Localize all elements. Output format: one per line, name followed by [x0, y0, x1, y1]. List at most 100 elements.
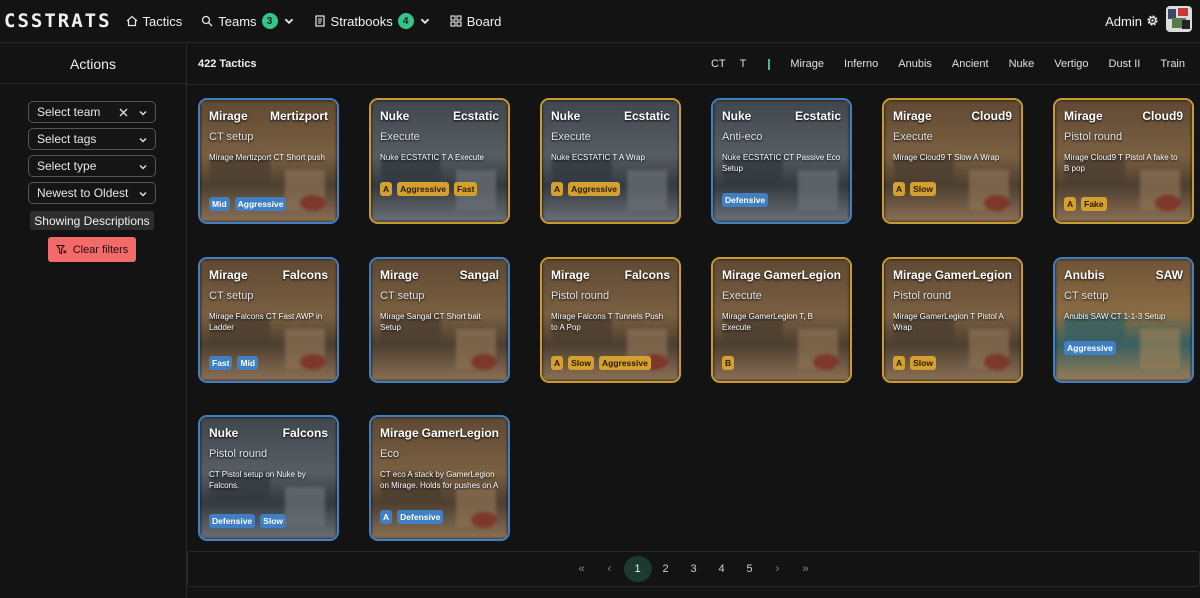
card-team: GamerLegion [934, 268, 1012, 282]
side-filter-t[interactable]: T [740, 58, 747, 70]
tactic-card[interactable]: Mirage Falcons CT setup Mirage Falcons C… [198, 257, 339, 383]
tag-badge[interactable]: A [551, 182, 564, 196]
tag-badge[interactable]: Slow [568, 356, 594, 370]
page-button-1[interactable]: 1 [623, 556, 652, 582]
close-icon[interactable] [119, 108, 128, 117]
tag-badge[interactable]: Defensive [397, 510, 444, 524]
tag-badge[interactable]: Fake [1081, 197, 1107, 211]
tactic-card[interactable]: Nuke Ecstatic Execute Nuke ECSTATIC T A … [540, 98, 681, 224]
tag-badge[interactable]: Aggressive [1064, 341, 1116, 355]
tag-badge[interactable]: Fast [209, 356, 233, 370]
tag-badge[interactable]: B [722, 356, 735, 370]
card-team: Mertizport [270, 109, 328, 123]
tag-badge[interactable]: A [1064, 197, 1077, 211]
last-page-button[interactable]: » [792, 556, 820, 582]
card-tags: A Aggressive [551, 182, 620, 196]
page-button-3[interactable]: 3 [680, 556, 708, 582]
tag-badge[interactable]: Aggressive [568, 182, 620, 196]
card-tags: A Slow Aggressive [551, 356, 651, 370]
tactic-card[interactable]: Mirage Cloud9 Execute Mirage Cloud9 T Sl… [882, 98, 1023, 224]
tactic-card[interactable]: Nuke Ecstatic Anti-eco Nuke ECSTATIC CT … [711, 98, 852, 224]
tactic-card[interactable]: Nuke Falcons Pistol round CT Pistol setu… [198, 415, 339, 541]
nav-stratbooks[interactable]: Stratbooks 4 [314, 13, 431, 29]
page-button-2[interactable]: 2 [652, 556, 680, 582]
chevron-down-icon [139, 191, 147, 197]
prev-page-button[interactable]: ‹ [596, 556, 624, 582]
tags-select[interactable]: Select tags [28, 128, 156, 150]
map-filter-vertigo[interactable]: Vertigo [1054, 58, 1088, 70]
map-filter-mirage[interactable]: Mirage [790, 58, 824, 70]
card-map: Mirage [1064, 109, 1103, 123]
team-select[interactable]: Select team [28, 101, 156, 123]
tactic-card[interactable]: Mirage GamerLegion Execute Mirage GamerL… [711, 257, 852, 383]
card-tags: Aggressive [1064, 341, 1116, 355]
page-button-4[interactable]: 4 [708, 556, 736, 582]
team-select-value: Select team [37, 105, 101, 119]
user-name[interactable]: Admin [1105, 14, 1142, 29]
next-page-button[interactable]: › [764, 556, 792, 582]
side-filter-ct[interactable]: CT [711, 58, 726, 70]
tag-badge[interactable]: Mid [237, 356, 259, 370]
card-team: Ecstatic [794, 109, 841, 123]
card-header: Mirage GamerLegion [893, 268, 1012, 282]
tag-badge[interactable]: A [893, 356, 906, 370]
card-type: Execute [551, 131, 591, 143]
map-filter-anubis[interactable]: Anubis [898, 58, 932, 70]
card-header: Nuke Ecstatic [380, 109, 499, 123]
card-team: Ecstatic [623, 109, 670, 123]
type-select[interactable]: Select type [28, 155, 156, 177]
toggle-descriptions-button[interactable]: Showing Descriptions [30, 211, 154, 230]
tag-badge[interactable]: Slow [910, 356, 936, 370]
tag-badge[interactable]: Defensive [209, 514, 256, 528]
tactic-card[interactable]: Anubis SAW CT setup Anubis SAW CT 1-1-3 … [1053, 257, 1194, 383]
tag-badge[interactable]: Slow [260, 514, 287, 528]
tag-badge[interactable]: A [380, 182, 393, 196]
card-description: CT eco A stack by GamerLegion on Mirage.… [380, 470, 498, 493]
card-description: Mirage GamerLegion T Pistol A Wrap [893, 312, 1004, 332]
map-filter-ancient[interactable]: Ancient [952, 58, 989, 70]
tactic-card[interactable]: Mirage Mertizport CT setup Mirage Mertiz… [198, 98, 339, 224]
card-header: Mirage Mertizport [209, 109, 328, 123]
tag-badge[interactable]: A [551, 356, 564, 370]
card-type: CT setup [1064, 290, 1109, 302]
home-icon [126, 15, 137, 27]
tag-badge[interactable]: Aggressive [598, 356, 651, 370]
nav-board[interactable]: Board [450, 14, 501, 29]
sort-select[interactable]: Newest to Oldest [28, 182, 156, 204]
nav-tactics[interactable]: Tactics [126, 13, 183, 29]
card-map: Nuke [209, 426, 239, 440]
card-tags: A Slow [893, 182, 936, 196]
tactic-card[interactable]: Mirage GamerLegion Pistol round Mirage G… [882, 257, 1023, 383]
map-filter-dust2[interactable]: Dust II [1109, 58, 1141, 70]
card-description: Mirage Cloud9 T Slow A Wrap [893, 153, 1000, 162]
gear-icon[interactable] [1145, 13, 1160, 28]
card-header: Nuke Falcons [209, 426, 328, 440]
tag-badge[interactable]: Aggressive [397, 182, 449, 196]
first-page-button[interactable]: « [568, 556, 596, 582]
header-divider [187, 84, 1200, 85]
tag-badge[interactable]: Mid [209, 197, 230, 211]
tactic-card[interactable]: Mirage GamerLegion Eco CT eco A stack by… [369, 415, 510, 541]
tag-badge[interactable]: A [893, 182, 906, 196]
nav-teams[interactable]: Teams 3 [201, 13, 294, 29]
app-logo[interactable]: CSSTRATS [4, 10, 112, 32]
tactic-card[interactable]: Nuke Ecstatic Execute Nuke ECSTATIC T A … [369, 98, 510, 224]
map-filter-train[interactable]: Train [1160, 58, 1185, 70]
map-filter-inferno[interactable]: Inferno [844, 58, 878, 70]
card-type: CT setup [209, 131, 254, 143]
tactic-card[interactable]: Mirage Falcons Pistol round Mirage Falco… [540, 257, 681, 383]
avatar[interactable] [1166, 6, 1192, 32]
card-type: Pistol round [1064, 131, 1123, 143]
card-header: Mirage Sangal [380, 268, 499, 282]
tactic-card[interactable]: Mirage Sangal CT setup Mirage Sangal CT … [369, 257, 510, 383]
tag-badge[interactable]: Aggressive [234, 197, 287, 211]
tag-badge[interactable]: Fast [453, 182, 478, 196]
map-filter-nuke[interactable]: Nuke [1009, 58, 1035, 70]
tag-badge[interactable]: Defensive [722, 193, 769, 207]
tactic-card[interactable]: Mirage Cloud9 Pistol round Mirage Cloud9… [1053, 98, 1194, 224]
clear-filters-button[interactable]: Clear filters [48, 237, 136, 262]
page-button-5[interactable]: 5 [736, 556, 764, 582]
nav-tactics-label: Tactics [142, 13, 183, 29]
tag-badge[interactable]: Slow [910, 182, 936, 196]
tag-badge[interactable]: A [380, 510, 393, 524]
